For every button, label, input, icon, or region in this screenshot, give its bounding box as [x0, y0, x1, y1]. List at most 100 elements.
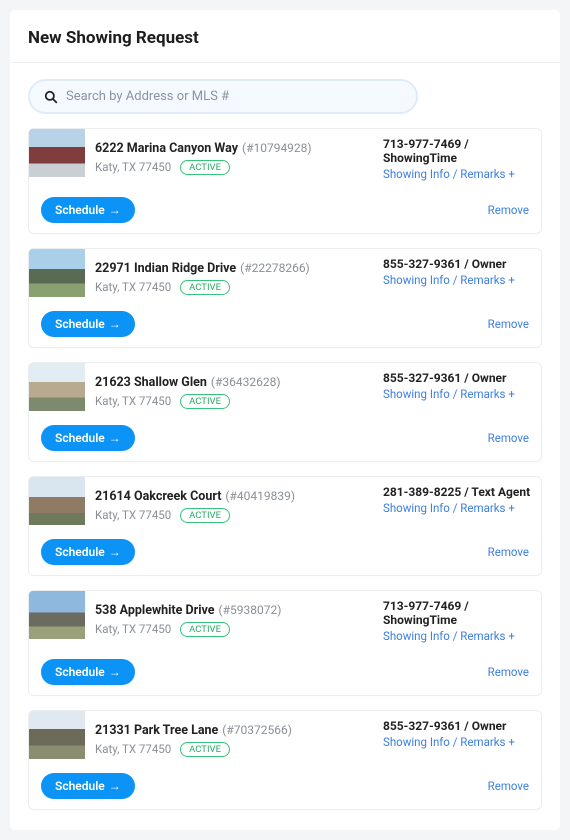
- listing-phone: 855-327-9361 / Owner: [383, 719, 531, 733]
- listing-city: Katy, TX 77450: [95, 394, 171, 408]
- status-badge: ACTIVE: [180, 742, 230, 757]
- listing-actions: Schedule→ Remove: [29, 303, 541, 347]
- listing-actions: Schedule→ Remove: [29, 189, 541, 233]
- remove-link[interactable]: Remove: [488, 317, 529, 331]
- showing-info-link[interactable]: Showing Info / Remarks +: [383, 629, 531, 643]
- listing-card: 6222 Marina Canyon Way (#10794928) Katy,…: [28, 128, 542, 234]
- schedule-button[interactable]: Schedule→: [41, 311, 135, 337]
- page-title: New Showing Request: [28, 28, 542, 48]
- arrow-right-icon: →: [109, 431, 121, 445]
- listing-subline: Katy, TX 77450 ACTIVE: [95, 280, 363, 295]
- search-field[interactable]: [28, 79, 418, 114]
- remove-link[interactable]: Remove: [488, 545, 529, 559]
- listing-address: 22971 Indian Ridge Drive: [95, 261, 236, 276]
- schedule-button[interactable]: Schedule→: [41, 539, 135, 565]
- listing-thumbnail: [29, 591, 85, 639]
- schedule-button[interactable]: Schedule→: [41, 425, 135, 451]
- listing-contact: 281-389-8225 / Text Agent Showing Info /…: [373, 477, 541, 531]
- listing-address: 6222 Marina Canyon Way: [95, 141, 238, 156]
- listing-row: 22971 Indian Ridge Drive (#22278266) Kat…: [29, 249, 541, 303]
- listing-card: 21623 Shallow Glen (#36432628) Katy, TX …: [28, 362, 542, 462]
- listing-contact: 855-327-9361 / Owner Showing Info / Rema…: [373, 711, 541, 765]
- listing-city: Katy, TX 77450: [95, 160, 171, 174]
- panel-header: New Showing Request: [10, 10, 560, 63]
- schedule-button[interactable]: Schedule→: [41, 659, 135, 685]
- listing-address: 538 Applewhite Drive: [95, 603, 215, 618]
- listing-card: 22971 Indian Ridge Drive (#22278266) Kat…: [28, 248, 542, 348]
- listing-main: 21623 Shallow Glen (#36432628) Katy, TX …: [85, 363, 373, 417]
- listing-row: 21331 Park Tree Lane (#70372566) Katy, T…: [29, 711, 541, 765]
- arrow-right-icon: →: [109, 545, 121, 559]
- listing-phone: 713-977-7469 / ShowingTime: [383, 137, 531, 165]
- listing-mls: (#22278266): [240, 261, 310, 275]
- listing-thumbnail: [29, 249, 85, 297]
- listing-card: 538 Applewhite Drive (#5938072) Katy, TX…: [28, 590, 542, 696]
- listing-address: 21331 Park Tree Lane: [95, 723, 218, 738]
- listing-card: 21331 Park Tree Lane (#70372566) Katy, T…: [28, 710, 542, 810]
- status-badge: ACTIVE: [180, 280, 230, 295]
- listing-phone: 855-327-9361 / Owner: [383, 257, 531, 271]
- schedule-button[interactable]: Schedule→: [41, 197, 135, 223]
- showing-info-link[interactable]: Showing Info / Remarks +: [383, 167, 531, 181]
- showing-info-link[interactable]: Showing Info / Remarks +: [383, 735, 531, 749]
- listing-phone: 281-389-8225 / Text Agent: [383, 485, 531, 499]
- listing-row: 21623 Shallow Glen (#36432628) Katy, TX …: [29, 363, 541, 417]
- search-input[interactable]: [66, 89, 402, 104]
- listing-card: 21614 Oakcreek Court (#40419839) Katy, T…: [28, 476, 542, 576]
- remove-link[interactable]: Remove: [488, 203, 529, 217]
- listing-mls: (#70372566): [222, 723, 292, 737]
- listing-mls: (#10794928): [242, 141, 312, 155]
- status-badge: ACTIVE: [180, 508, 230, 523]
- listing-thumbnail: [29, 477, 85, 525]
- listing-actions: Schedule→ Remove: [29, 765, 541, 809]
- listing-address: 21614 Oakcreek Court: [95, 489, 221, 504]
- listing-subline: Katy, TX 77450 ACTIVE: [95, 160, 363, 175]
- listing-main: 21614 Oakcreek Court (#40419839) Katy, T…: [85, 477, 373, 531]
- listing-mls: (#40419839): [225, 489, 295, 503]
- listing-contact: 713-977-7469 / ShowingTime Showing Info …: [373, 129, 541, 189]
- listing-thumbnail: [29, 129, 85, 177]
- arrow-right-icon: →: [109, 779, 121, 793]
- listing-contact: 855-327-9361 / Owner Showing Info / Rema…: [373, 363, 541, 417]
- remove-link[interactable]: Remove: [488, 431, 529, 445]
- schedule-button[interactable]: Schedule→: [41, 773, 135, 799]
- listing-city: Katy, TX 77450: [95, 508, 171, 522]
- showing-request-panel: New Showing Request 6222 Marina Canyon W…: [10, 10, 560, 830]
- listing-row: 6222 Marina Canyon Way (#10794928) Katy,…: [29, 129, 541, 189]
- arrow-right-icon: →: [109, 203, 121, 217]
- listing-city: Katy, TX 77450: [95, 280, 171, 294]
- panel-body: 6222 Marina Canyon Way (#10794928) Katy,…: [10, 63, 560, 830]
- status-badge: ACTIVE: [180, 622, 230, 637]
- showing-info-link[interactable]: Showing Info / Remarks +: [383, 501, 531, 515]
- listing-contact: 713-977-7469 / ShowingTime Showing Info …: [373, 591, 541, 651]
- arrow-right-icon: →: [109, 317, 121, 331]
- listing-row: 21614 Oakcreek Court (#40419839) Katy, T…: [29, 477, 541, 531]
- showing-info-link[interactable]: Showing Info / Remarks +: [383, 387, 531, 401]
- status-badge: ACTIVE: [180, 160, 230, 175]
- listing-actions: Schedule→ Remove: [29, 417, 541, 461]
- listing-mls: (#36432628): [211, 375, 281, 389]
- listing-thumbnail: [29, 363, 85, 411]
- listing-main: 22971 Indian Ridge Drive (#22278266) Kat…: [85, 249, 373, 303]
- listing-address: 21623 Shallow Glen: [95, 375, 207, 390]
- listing-phone: 855-327-9361 / Owner: [383, 371, 531, 385]
- listing-subline: Katy, TX 77450 ACTIVE: [95, 394, 363, 409]
- listing-actions: Schedule→ Remove: [29, 531, 541, 575]
- listing-city: Katy, TX 77450: [95, 742, 171, 756]
- listing-thumbnail: [29, 711, 85, 759]
- listing-subline: Katy, TX 77450 ACTIVE: [95, 622, 363, 637]
- listing-main: 21331 Park Tree Lane (#70372566) Katy, T…: [85, 711, 373, 765]
- listing-mls: (#5938072): [219, 603, 282, 617]
- listing-main: 538 Applewhite Drive (#5938072) Katy, TX…: [85, 591, 373, 651]
- status-badge: ACTIVE: [180, 394, 230, 409]
- listing-actions: Schedule→ Remove: [29, 651, 541, 695]
- listing-subline: Katy, TX 77450 ACTIVE: [95, 508, 363, 523]
- showing-info-link[interactable]: Showing Info / Remarks +: [383, 273, 531, 287]
- remove-link[interactable]: Remove: [488, 779, 529, 793]
- listing-subline: Katy, TX 77450 ACTIVE: [95, 742, 363, 757]
- listing-city: Katy, TX 77450: [95, 622, 171, 636]
- remove-link[interactable]: Remove: [488, 665, 529, 679]
- listing-main: 6222 Marina Canyon Way (#10794928) Katy,…: [85, 129, 373, 189]
- listing-row: 538 Applewhite Drive (#5938072) Katy, TX…: [29, 591, 541, 651]
- listing-contact: 855-327-9361 / Owner Showing Info / Rema…: [373, 249, 541, 303]
